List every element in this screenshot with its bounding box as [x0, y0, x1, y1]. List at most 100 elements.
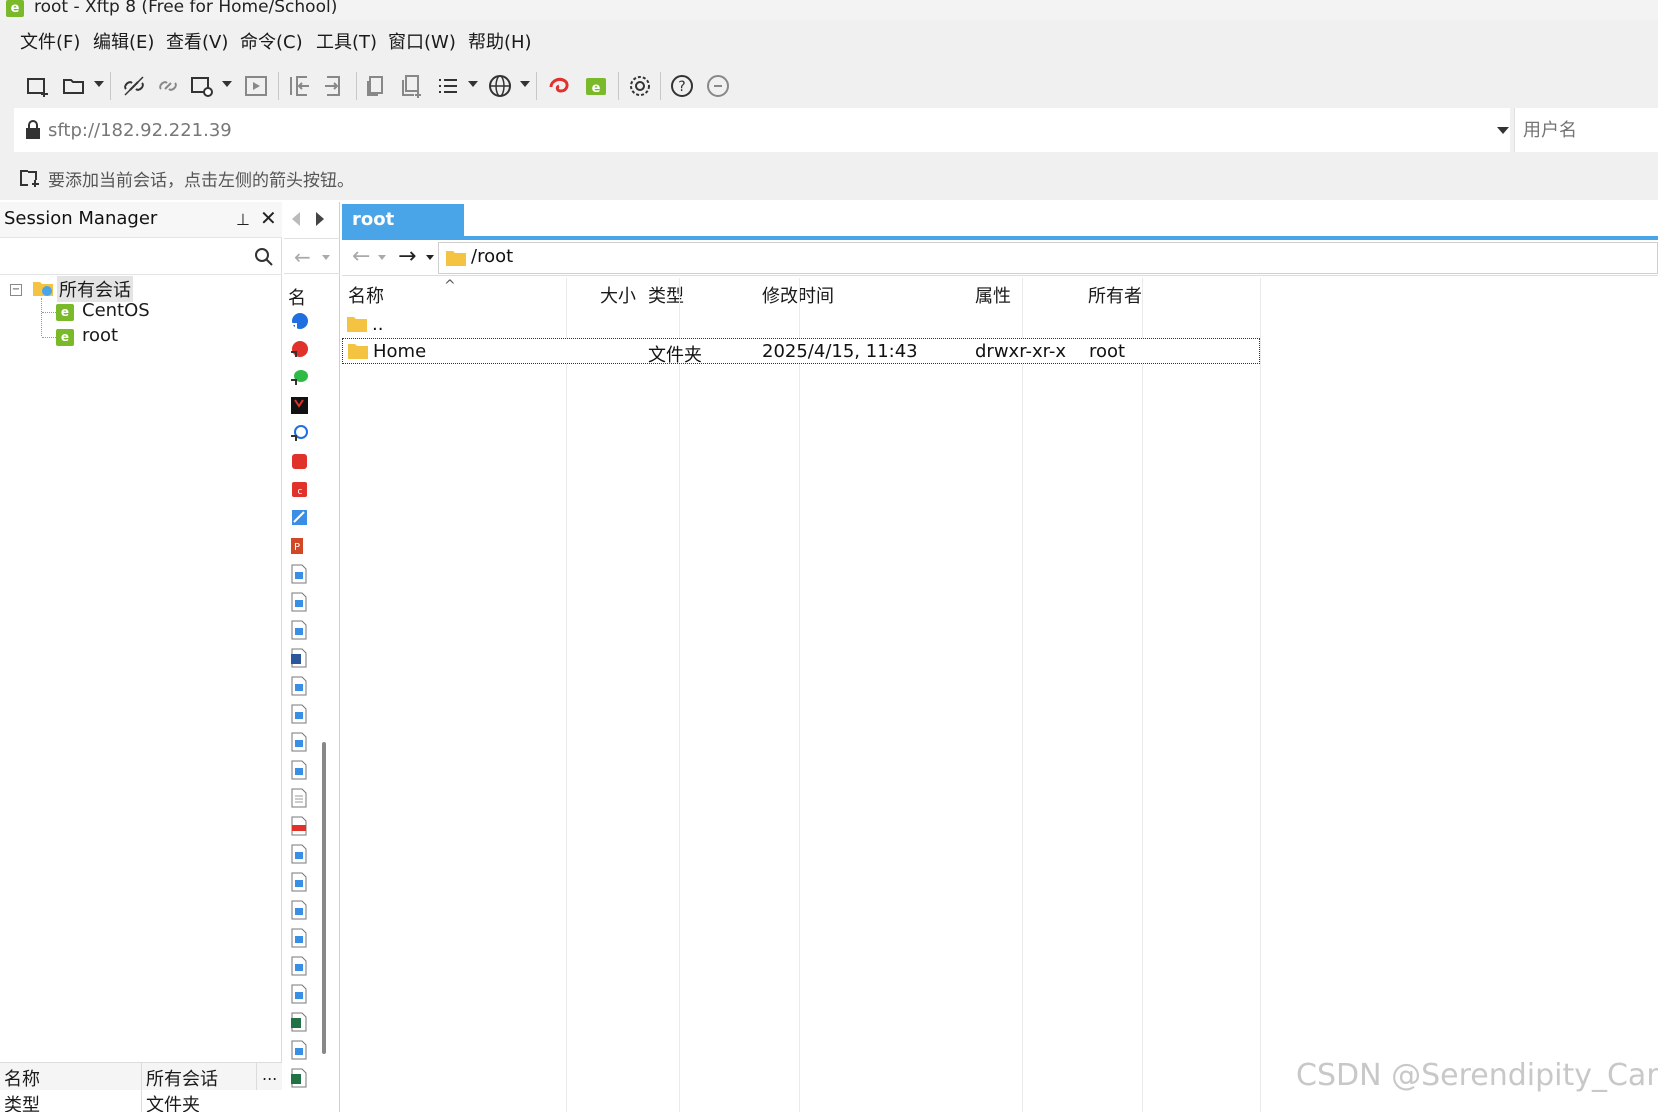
properties-row: 类型 文件夹: [0, 1091, 282, 1112]
address-box: [14, 108, 1510, 152]
image-file-icon[interactable]: [290, 928, 308, 948]
excel-file-icon[interactable]: [290, 1068, 308, 1088]
disconnect-icon[interactable]: [118, 70, 150, 102]
menu-command[interactable]: 命令(C): [240, 28, 303, 54]
xshell-icon[interactable]: [544, 70, 576, 102]
local-pane: ← 名 c P: [284, 202, 340, 1112]
back-arrow-icon[interactable]: ←: [294, 245, 311, 269]
help-icon[interactable]: ?: [666, 70, 698, 102]
image-file-icon[interactable]: [290, 732, 308, 752]
local-scrollbar[interactable]: [322, 742, 326, 1054]
copy-icon[interactable]: [360, 70, 392, 102]
app-shortcut-icon[interactable]: [290, 396, 308, 416]
menu-window[interactable]: 窗口(W): [388, 28, 456, 54]
tab-scroll-left-icon[interactable]: [292, 212, 300, 226]
settings-gear-icon[interactable]: [624, 70, 656, 102]
username-input[interactable]: [1523, 115, 1653, 145]
open-folder-dropdown-icon[interactable]: [94, 81, 104, 87]
image-file-icon[interactable]: [290, 956, 308, 976]
menu-help[interactable]: 帮助(H): [468, 28, 532, 54]
globe-dropdown-icon[interactable]: [520, 81, 530, 87]
image-file-icon[interactable]: [290, 984, 308, 1004]
menu-bar: 文件(F) 编辑(E) 查看(V) 命令(C) 工具(T) 窗口(W) 帮助(H…: [0, 20, 1658, 64]
forward-dropdown-icon[interactable]: [426, 255, 434, 260]
app-shortcut-icon[interactable]: [290, 312, 308, 332]
app-shortcut-icon[interactable]: [290, 452, 308, 472]
address-dropdown-icon[interactable]: [1497, 127, 1509, 134]
menu-view[interactable]: 查看(V): [166, 28, 228, 54]
image-file-icon[interactable]: [290, 1040, 308, 1060]
menu-file[interactable]: 文件(F): [20, 28, 80, 54]
export-icon[interactable]: [318, 70, 350, 102]
menu-tools[interactable]: 工具(T): [316, 28, 377, 54]
image-file-icon[interactable]: [290, 872, 308, 892]
session-search-input[interactable]: [4, 243, 244, 271]
local-name-column-header[interactable]: 名: [288, 284, 306, 310]
list-view-icon[interactable]: [432, 70, 464, 102]
column-divider[interactable]: [1260, 278, 1261, 1112]
tab-scroll-right-icon[interactable]: [316, 212, 324, 226]
excel-file-icon[interactable]: [290, 1012, 308, 1032]
app-shortcut-icon[interactable]: [290, 508, 308, 528]
column-divider[interactable]: [679, 278, 680, 1112]
column-header-modified[interactable]: 修改时间: [762, 282, 834, 308]
table-row-home[interactable]: Home 文件夹 2025/4/15, 11:43 drwxr-xr-x roo…: [342, 338, 1260, 366]
open-folder-icon[interactable]: [58, 70, 90, 102]
forward-arrow-icon[interactable]: →: [398, 244, 416, 269]
pin-icon[interactable]: ⊥: [236, 210, 250, 229]
text-file-icon[interactable]: [290, 788, 308, 808]
column-header-name[interactable]: 名称: [348, 282, 384, 308]
app-shortcut-icon[interactable]: c: [290, 480, 308, 500]
xftp-icon[interactable]: e: [580, 70, 612, 102]
link-icon[interactable]: [152, 70, 184, 102]
import-icon[interactable]: [284, 70, 316, 102]
back-dropdown-icon[interactable]: [378, 255, 386, 260]
properties-more-button[interactable]: ...: [262, 1065, 277, 1084]
column-header-size[interactable]: 大小: [600, 282, 636, 308]
remote-path-field[interactable]: /root: [438, 242, 1658, 274]
image-file-icon[interactable]: [290, 676, 308, 696]
column-divider[interactable]: [566, 278, 567, 1112]
pdf-file-icon[interactable]: [290, 816, 308, 836]
powerpoint-file-icon[interactable]: P: [290, 536, 308, 556]
toolbar: e ?: [0, 64, 1658, 108]
image-file-icon[interactable]: [290, 592, 308, 612]
image-file-icon[interactable]: [290, 760, 308, 780]
add-session-arrow-icon[interactable]: [18, 168, 40, 188]
chat-icon[interactable]: [702, 70, 734, 102]
cell-modified: 2025/4/15, 11:43: [762, 341, 918, 362]
column-divider[interactable]: [1022, 278, 1023, 1112]
property-value: 文件夹: [146, 1095, 200, 1112]
address-input[interactable]: [48, 115, 1448, 145]
collapse-toggle-icon[interactable]: −: [10, 284, 22, 296]
new-session-icon[interactable]: [22, 70, 54, 102]
column-divider[interactable]: [1142, 278, 1143, 1112]
close-icon[interactable]: ✕: [260, 206, 277, 230]
table-row-parent[interactable]: ..: [342, 312, 1260, 338]
duplicate-icon[interactable]: [396, 70, 428, 102]
menu-edit[interactable]: 编辑(E): [93, 28, 154, 54]
image-file-icon[interactable]: [290, 704, 308, 724]
image-file-icon[interactable]: [290, 564, 308, 584]
search-icon[interactable]: [254, 247, 274, 267]
image-file-icon[interactable]: [290, 900, 308, 920]
image-file-icon[interactable]: [290, 844, 308, 864]
app-shortcut-icon[interactable]: [290, 340, 308, 360]
column-header-owner[interactable]: 所有者: [1088, 282, 1142, 308]
globe-icon[interactable]: [484, 70, 516, 102]
column-divider[interactable]: [799, 278, 800, 1112]
tab-root[interactable]: root: [342, 204, 464, 238]
play-icon[interactable]: [240, 70, 272, 102]
list-view-dropdown-icon[interactable]: [468, 81, 478, 87]
tree-item-all-sessions[interactable]: − 所有会话: [0, 276, 282, 302]
word-file-icon[interactable]: [290, 648, 308, 668]
wechat-shortcut-icon[interactable]: [290, 368, 308, 388]
app-shortcut-icon[interactable]: [290, 424, 308, 444]
image-file-icon[interactable]: [290, 620, 308, 640]
column-header-attributes[interactable]: 属性: [975, 282, 1011, 308]
back-arrow-icon[interactable]: ←: [352, 244, 370, 269]
remote-pane: root ← → /root 名称 ^ 大小 类型 修改时间 属性 所有者 ..…: [342, 202, 1658, 1112]
session-settings-icon[interactable]: [186, 70, 218, 102]
back-dropdown-icon[interactable]: [322, 255, 330, 260]
session-settings-dropdown-icon[interactable]: [222, 81, 232, 87]
